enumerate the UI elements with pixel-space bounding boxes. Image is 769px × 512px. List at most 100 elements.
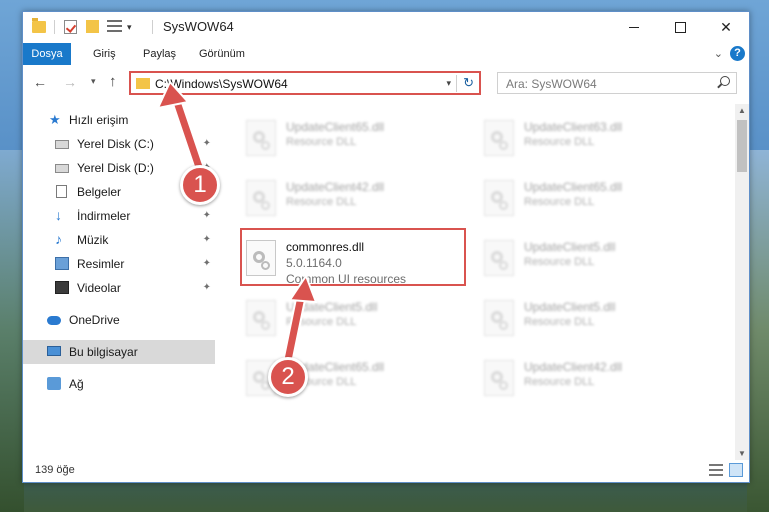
search-input[interactable] bbox=[504, 75, 708, 93]
pin-icon: ✦ bbox=[202, 138, 211, 149]
address-divider bbox=[456, 75, 457, 92]
back-button[interactable]: ← bbox=[33, 74, 47, 90]
navigation-bar: ← → ▾ ↑ C:\Windows\SysWOW64 ▾ ↻ bbox=[23, 70, 749, 98]
address-path[interactable]: C:\Windows\SysWOW64 bbox=[155, 77, 288, 91]
folder-icon bbox=[136, 78, 150, 89]
minimize-icon bbox=[629, 26, 639, 28]
dll-file-icon bbox=[484, 180, 514, 216]
title-bar: ▾ SysWOW64 ✕ bbox=[23, 12, 749, 42]
pin-icon: ✦ bbox=[202, 234, 211, 245]
quick-access-properties-icon[interactable] bbox=[107, 20, 122, 33]
file-item[interactable]: UpdateClient42.dll Resource DLL bbox=[238, 174, 466, 228]
file-name: UpdateClient5.dll bbox=[524, 300, 616, 314]
pin-icon: ✦ bbox=[202, 282, 211, 293]
dll-file-icon bbox=[484, 120, 514, 156]
file-name: UpdateClient65.dll bbox=[286, 120, 385, 134]
sidebar-item-this-pc[interactable]: Bu bilgisayar bbox=[23, 340, 215, 364]
file-name: UpdateClient5.dll bbox=[524, 240, 616, 254]
file-item[interactable]: UpdateClient65.dll Resource DLL bbox=[476, 174, 704, 228]
documents-icon bbox=[56, 185, 67, 198]
ribbon-tabs: Dosya Giriş Paylaş Görünüm ⌄ ? bbox=[23, 43, 749, 65]
network-icon bbox=[47, 377, 61, 390]
file-description: Resource DLL bbox=[286, 196, 357, 208]
file-item[interactable]: UpdateClient42.dll Resource DLL bbox=[476, 354, 704, 408]
recent-locations-icon[interactable]: ▾ bbox=[91, 76, 96, 87]
file-name: UpdateClient65.dll bbox=[524, 180, 623, 194]
sidebar-item-videos[interactable]: Videolar ✦ bbox=[23, 276, 215, 300]
file-description: Resource DLL bbox=[524, 316, 595, 328]
sidebar-item-label: Resimler bbox=[77, 257, 125, 271]
file-description: Resource DLL bbox=[524, 196, 595, 208]
status-bar: 139 öğe bbox=[23, 460, 749, 482]
dll-file-icon bbox=[246, 180, 276, 216]
maximize-icon bbox=[674, 21, 686, 33]
tab-home[interactable]: Giriş bbox=[93, 43, 116, 65]
close-icon: ✕ bbox=[720, 18, 732, 35]
file-item[interactable]: UpdateClient5.dll Resource DLL bbox=[476, 294, 704, 348]
maximize-button[interactable] bbox=[657, 12, 703, 42]
sidebar-item-music[interactable]: ♪ Müzik ✦ bbox=[23, 228, 215, 252]
sidebar-item-downloads[interactable]: ↓ İndirmeler ✦ bbox=[23, 204, 215, 228]
sidebar-item-pictures[interactable]: Resimler ✦ bbox=[23, 252, 215, 276]
file-description: Resource DLL bbox=[524, 376, 595, 388]
scroll-up-icon[interactable]: ▲ bbox=[738, 106, 746, 115]
sidebar-item-label: Belgeler bbox=[77, 185, 122, 199]
dll-file-icon bbox=[246, 300, 276, 336]
file-name: UpdateClient63.dll bbox=[524, 120, 623, 134]
window-title: SysWOW64 bbox=[163, 19, 234, 34]
search-box[interactable] bbox=[497, 72, 737, 94]
dll-file-icon bbox=[484, 300, 514, 336]
refresh-icon[interactable]: ↻ bbox=[463, 75, 474, 91]
file-description: Resource DLL bbox=[286, 136, 357, 148]
help-icon[interactable]: ? bbox=[730, 46, 745, 61]
forward-button[interactable]: → bbox=[63, 74, 77, 90]
up-button[interactable]: ↑ bbox=[109, 73, 117, 90]
scroll-down-icon[interactable]: ▼ bbox=[738, 449, 746, 458]
properties-check-icon[interactable] bbox=[64, 20, 77, 34]
this-pc-icon bbox=[47, 346, 61, 356]
file-item[interactable]: UpdateClient63.dll Resource DLL bbox=[476, 114, 704, 168]
tab-file[interactable]: Dosya bbox=[23, 43, 71, 65]
details-view-icon[interactable] bbox=[709, 464, 723, 476]
sidebar-item-label: OneDrive bbox=[69, 313, 120, 327]
sidebar-item-label: Ağ bbox=[69, 377, 84, 391]
sidebar-item-label: İndirmeler bbox=[77, 209, 131, 223]
sidebar-item-onedrive[interactable]: OneDrive bbox=[23, 308, 215, 332]
sidebar-item-quick-access[interactable]: ★ Hızlı erişim bbox=[23, 108, 215, 132]
file-item[interactable]: UpdateClient5.dll Resource DLL bbox=[238, 294, 466, 348]
onedrive-icon bbox=[47, 316, 61, 325]
sidebar-item-network[interactable]: Ağ bbox=[23, 372, 215, 396]
file-description: Resource DLL bbox=[524, 136, 595, 148]
vertical-scrollbar[interactable]: ▲ ▼ bbox=[735, 104, 749, 460]
expand-ribbon-icon[interactable]: ⌄ bbox=[714, 47, 723, 60]
address-bar[interactable]: C:\Windows\SysWOW64 ▾ ↻ bbox=[129, 71, 481, 95]
quick-access-dropdown-icon[interactable]: ▾ bbox=[127, 22, 132, 33]
dll-file-icon bbox=[246, 120, 276, 156]
sidebar-item-label: Hızlı erişim bbox=[69, 113, 129, 127]
file-description: Resource DLL bbox=[524, 256, 595, 268]
star-icon: ★ bbox=[49, 112, 61, 127]
sidebar-item-local-disk-c[interactable]: Yerel Disk (C:) ✦ bbox=[23, 132, 215, 156]
address-dropdown-icon[interactable]: ▾ bbox=[446, 78, 451, 89]
title-bar-divider bbox=[54, 20, 55, 34]
file-item[interactable]: UpdateClient65.dll Resource DLL bbox=[238, 114, 466, 168]
file-name: UpdateClient42.dll bbox=[286, 180, 385, 194]
file-item[interactable]: UpdateClient5.dll Resource DLL bbox=[476, 234, 704, 288]
scrollbar-thumb[interactable] bbox=[737, 120, 747, 172]
close-button[interactable]: ✕ bbox=[703, 12, 749, 42]
drive-icon bbox=[55, 164, 69, 173]
highlight-box bbox=[240, 228, 466, 286]
sidebar-item-label: Yerel Disk (D:) bbox=[77, 161, 154, 175]
tiles-view-icon[interactable] bbox=[729, 463, 743, 477]
tab-share[interactable]: Paylaş bbox=[143, 43, 176, 65]
minimize-button[interactable] bbox=[611, 12, 657, 42]
music-icon: ♪ bbox=[55, 231, 62, 247]
dll-file-icon bbox=[484, 240, 514, 276]
new-folder-icon[interactable] bbox=[86, 20, 99, 33]
title-bar-divider bbox=[152, 20, 153, 34]
navigation-pane: ★ Hızlı erişim Yerel Disk (C:) ✦ Yerel D… bbox=[23, 104, 215, 454]
dll-file-icon bbox=[484, 360, 514, 396]
drive-icon bbox=[55, 140, 69, 149]
pictures-icon bbox=[55, 257, 69, 270]
tab-view[interactable]: Görünüm bbox=[199, 43, 245, 65]
